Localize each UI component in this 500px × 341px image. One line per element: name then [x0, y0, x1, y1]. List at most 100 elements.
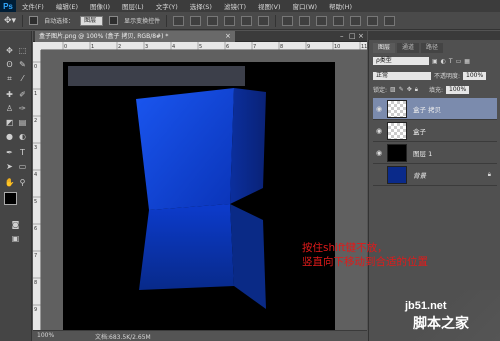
filter-pixel-icon[interactable]: ▣: [432, 58, 438, 65]
panel-collapse-bar[interactable]: [368, 31, 500, 40]
align-vcenter-icon[interactable]: [190, 15, 202, 26]
zoom-tool-icon[interactable]: ⚲: [17, 177, 28, 188]
ruler-left-label: 0: [34, 64, 37, 70]
type-tool-icon[interactable]: T: [17, 147, 28, 158]
lock-all-icon[interactable]: 🔒︎: [415, 86, 418, 94]
move-tool-icon[interactable]: ✥: [4, 45, 15, 56]
menu-view[interactable]: 视图(V): [252, 1, 287, 11]
ruler-top: 0 1 2 3 4 5 6 7 8 9 10 11: [41, 42, 367, 50]
menu-file[interactable]: 文件(F): [16, 1, 50, 11]
minimize-window-icon[interactable]: –: [340, 32, 344, 40]
filter-smart-icon[interactable]: ▦: [464, 58, 470, 65]
menu-layer[interactable]: 图层(L): [116, 1, 150, 11]
menu-filter[interactable]: 滤镜(T): [218, 1, 252, 11]
align-top-icon[interactable]: [173, 15, 185, 26]
visibility-eye-icon[interactable]: ◉: [373, 127, 385, 135]
blur-tool-icon[interactable]: ●: [4, 131, 15, 142]
menu-bar: Ps 文件(F) 编辑(E) 图像(I) 图层(L) 文字(Y) 选择(S) 滤…: [0, 0, 500, 12]
align-right-icon[interactable]: [258, 15, 270, 26]
distribute-hcenter-icon[interactable]: [350, 15, 362, 26]
menu-help[interactable]: 帮助(H): [323, 1, 358, 11]
dodge-tool-icon[interactable]: ◐: [17, 131, 28, 142]
marquee-tool-icon[interactable]: ⬚: [17, 45, 28, 56]
distribute-bottom-icon[interactable]: [316, 15, 328, 26]
layer-row-box[interactable]: ◉ 盒子: [373, 120, 497, 142]
document-tab[interactable]: 盒子图片.png @ 100% (盒子 拷贝, RGB/8#) *: [35, 31, 235, 42]
watermark-site-name: 脚本之家: [413, 316, 469, 332]
ruler-top-label: 4: [172, 44, 175, 50]
tab-channels[interactable]: 通道: [397, 43, 420, 53]
history-brush-tool-icon[interactable]: ✑: [17, 103, 28, 114]
screen-mode-icon[interactable]: ▣: [10, 233, 21, 244]
layer-row-background[interactable]: ◉ 背景 🔒︎: [373, 164, 497, 186]
distribute-top-icon[interactable]: [282, 15, 294, 26]
eraser-tool-icon[interactable]: ◩: [4, 117, 15, 128]
align-left-icon[interactable]: [224, 15, 236, 26]
crop-tool-icon[interactable]: ⌗: [4, 73, 15, 84]
path-select-tool-icon[interactable]: ➤: [4, 161, 15, 172]
auto-select-checkbox[interactable]: [29, 16, 39, 25]
canvas[interactable]: [63, 62, 335, 330]
pen-tool-icon[interactable]: ✒: [4, 147, 15, 158]
opacity-input[interactable]: 100%: [463, 71, 487, 80]
ruler-left-label: 3: [34, 145, 37, 151]
menu-image[interactable]: 图像(I): [84, 1, 116, 11]
opacity-label: 不透明度:: [434, 73, 461, 80]
align-bottom-icon[interactable]: [207, 15, 219, 26]
clone-stamp-tool-icon[interactable]: ♙: [4, 103, 15, 114]
quick-select-tool-icon[interactable]: ✎: [17, 59, 28, 70]
gray-bar-shape: [68, 66, 245, 86]
tab-paths[interactable]: 路径: [421, 43, 444, 53]
lock-icon: 🔒︎: [487, 170, 491, 178]
brush-tool-icon[interactable]: ✐: [17, 89, 28, 100]
distribute-vcenter-icon[interactable]: [299, 15, 311, 26]
maximize-window-icon[interactable]: □: [349, 32, 356, 40]
hand-tool-icon[interactable]: ✋: [4, 177, 15, 188]
lock-paint-icon[interactable]: ✎: [399, 86, 404, 93]
menu-type[interactable]: 文字(Y): [150, 1, 184, 11]
visibility-toggle[interactable]: ◉: [373, 171, 385, 179]
distribute-left-icon[interactable]: [333, 15, 345, 26]
separator: [22, 14, 24, 27]
quick-mask-icon[interactable]: ◙: [10, 219, 21, 230]
shape-tool-icon[interactable]: ▭: [17, 161, 28, 172]
menu-edit[interactable]: 编辑(E): [50, 1, 84, 11]
auto-align-icon[interactable]: [384, 15, 396, 26]
layer-name: 图层 1: [413, 149, 433, 158]
blend-mode-dropdown[interactable]: 正常: [373, 71, 431, 80]
layer-row-box-copy[interactable]: ◉ 盒子 拷贝: [373, 98, 497, 120]
fill-input[interactable]: 100%: [446, 85, 470, 94]
tab-layers[interactable]: 图层: [373, 43, 396, 53]
foreground-color-swatch[interactable]: [4, 192, 17, 205]
eyedropper-tool-icon[interactable]: ⁄: [17, 73, 28, 84]
align-hcenter-icon[interactable]: [241, 15, 253, 26]
lock-pixels-icon[interactable]: ▨: [390, 86, 396, 93]
ruler-top-label: 8: [280, 44, 283, 50]
zoom-level[interactable]: 100%: [37, 332, 54, 339]
annotation-line-2: 竖直向下移动到合适的位置: [302, 256, 428, 268]
menu-select[interactable]: 选择(S): [184, 1, 218, 11]
gradient-tool-icon[interactable]: ▤: [17, 117, 28, 128]
filter-type-icon[interactable]: T: [449, 58, 453, 65]
visibility-eye-icon[interactable]: ◉: [373, 105, 385, 113]
layer-filter-dropdown[interactable]: ρ类型: [373, 57, 429, 65]
layer-row-layer1[interactable]: ◉ 图层 1: [373, 142, 497, 164]
move-tool-icon[interactable]: ✥▾: [4, 16, 16, 26]
healing-brush-tool-icon[interactable]: ✚: [4, 89, 15, 100]
distribute-right-icon[interactable]: [367, 15, 379, 26]
menu-window[interactable]: 窗口(W): [287, 1, 324, 11]
separator: [275, 14, 277, 27]
visibility-eye-icon[interactable]: ◉: [373, 149, 385, 157]
lasso-tool-icon[interactable]: ʘ: [4, 59, 15, 70]
ruler-top-label: 1: [91, 44, 94, 50]
close-tab-icon[interactable]: ×: [225, 32, 231, 40]
ruler-top-ticks: 0 1 2 3 4 5 6 7 8 9 10 11: [62, 42, 367, 50]
show-transform-checkbox[interactable]: [109, 16, 119, 25]
ruler-top-label: 3: [145, 44, 148, 50]
auto-select-dropdown[interactable]: 图层: [80, 15, 104, 26]
close-window-icon[interactable]: ×: [358, 32, 364, 40]
lock-position-icon[interactable]: ✥: [407, 86, 412, 93]
ruler-top-label: 6: [226, 44, 229, 50]
filter-adjust-icon[interactable]: ◐: [441, 58, 446, 65]
filter-shape-icon[interactable]: ▭: [456, 58, 462, 65]
